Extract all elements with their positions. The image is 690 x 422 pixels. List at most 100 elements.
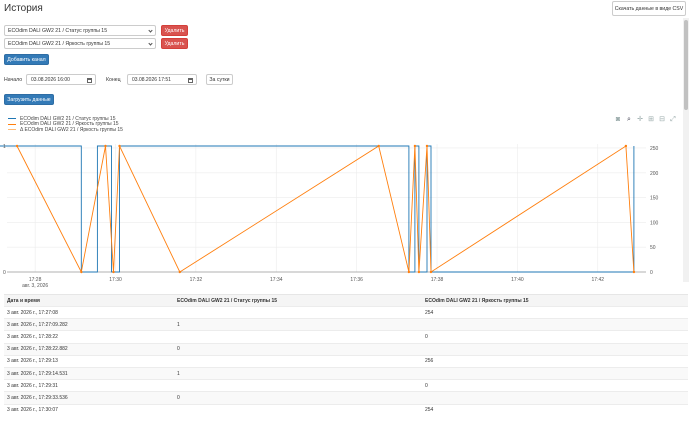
history-table: Дата и время ECOdim DALI GW2 21 / Статус…	[4, 294, 688, 417]
table-cell: 0	[422, 330, 688, 344]
table-cell: 3 авг. 2026 г., 17:29:13	[4, 354, 174, 368]
start-date-input[interactable]: 03.08.2026 16:00	[26, 74, 96, 85]
download-csv-button[interactable]: Скачать данные в виде CSV	[612, 1, 686, 16]
data-point	[417, 270, 421, 274]
table-row: 3 авг. 2026 г., 17:28:22.882 0	[4, 342, 688, 356]
table-cell	[422, 318, 688, 331]
table-cell: 1	[174, 366, 422, 380]
brightness-series-line	[16, 145, 635, 274]
legend-label: Δ ECOdim DALI GW2 21 / Яркость группы 15	[20, 126, 123, 133]
table-cell	[422, 366, 688, 380]
autoscale-icon[interactable]: ⤢	[669, 116, 677, 124]
table-cell: 3 авг. 2026 г., 17:29:33.536	[4, 391, 174, 404]
y-left-tick-label: 1	[3, 144, 6, 150]
series-lines	[0, 144, 636, 274]
x-tick-label: 17:34	[270, 277, 283, 283]
data-point	[624, 144, 628, 148]
table-cell: 1	[174, 318, 422, 331]
table-cell	[174, 330, 422, 344]
table-row: 3 авг. 2026 г., 17:30:07 254	[4, 403, 688, 417]
table-row: 3 авг. 2026 г., 17:27:09.282 1	[4, 318, 688, 331]
column-header[interactable]: ECOdim DALI GW2 21 / Яркость группы 15	[422, 294, 688, 307]
delete-channel-1-button[interactable]: Удалить	[161, 25, 188, 36]
table-cell	[174, 379, 422, 392]
chart-legend: ECOdim DALI GW2 21 / Статус группы 15 EC…	[8, 116, 123, 133]
page-title: История	[4, 3, 43, 14]
table-header-row: Дата и время ECOdim DALI GW2 21 / Статус…	[4, 294, 688, 307]
chevron-down-icon	[148, 41, 153, 46]
legend-item-brightness-delta[interactable]: Δ ECOdim DALI GW2 21 / Яркость группы 15	[8, 127, 123, 133]
y-right-tick-label: 0	[650, 270, 653, 276]
x-tick-label: 17:36	[350, 277, 363, 283]
table-cell	[174, 403, 422, 417]
end-label: Конец	[106, 77, 121, 83]
x-tick-label: 17:42	[592, 277, 605, 283]
data-point	[118, 144, 121, 148]
legend-swatch	[8, 118, 16, 120]
table-cell: 3 авг. 2026 г., 17:28:22.882	[4, 342, 174, 356]
x-tick-label: 17:40	[511, 277, 524, 283]
add-channel-button[interactable]: Добавить канал	[4, 54, 49, 65]
table-cell	[422, 342, 688, 356]
calendar-icon[interactable]	[188, 78, 193, 83]
end-date-input[interactable]: 03.08.2026 17:51	[127, 74, 197, 85]
x-tick-label: 17:32	[190, 277, 203, 283]
data-point	[104, 144, 107, 148]
pan-icon[interactable]: ✛	[636, 116, 644, 124]
zoom-in-icon[interactable]: ⊞	[647, 116, 655, 124]
table-row: 3 авг. 2026 г., 17:29:33.536 0	[4, 391, 688, 404]
data-point	[377, 144, 380, 148]
zoom-out-icon[interactable]: ⊟	[658, 116, 666, 124]
table-cell	[422, 391, 688, 404]
start-date-value: 03.08.2026 16:00	[31, 76, 70, 83]
data-point	[429, 270, 433, 274]
y-left-tick-label: 0	[3, 270, 6, 276]
table-cell: 3 авг. 2026 г., 17:27:08	[4, 305, 174, 319]
table-cell: 3 авг. 2026 г., 17:27:09.282	[4, 318, 174, 331]
page-scrollbar[interactable]	[683, 18, 689, 282]
table-cell: 0	[174, 342, 422, 356]
load-data-button[interactable]: Загрузить данные	[4, 94, 54, 105]
y-right-tick-label: 200	[650, 171, 659, 177]
status-series-line	[0, 145, 635, 273]
data-point	[15, 144, 19, 148]
table-cell: 0	[422, 379, 688, 392]
channel-select-value: ECOdim DALI GW2 21 / Яркость группы 15	[8, 40, 111, 47]
scrollbar-thumb[interactable]	[684, 20, 688, 110]
table-cell	[174, 354, 422, 368]
data-point	[112, 270, 115, 274]
x-tick-label: 17:38	[431, 277, 444, 283]
table-row: 3 авг. 2026 г., 17:29:31 0	[4, 379, 688, 392]
y-right-tick-label: 50	[650, 245, 656, 251]
table-cell: 3 авг. 2026 г., 17:29:31	[4, 379, 174, 392]
chart-toolbar: ◙ ⌕ ✛ ⊞ ⊟ ⤢	[614, 116, 677, 124]
legend-swatch	[8, 123, 16, 125]
channel-select-1[interactable]: ECOdim DALI GW2 21 / Статус группы 15	[4, 25, 156, 36]
grid	[7, 144, 646, 273]
last-day-button[interactable]: За сутки	[206, 74, 233, 85]
table-row: 3 авг. 2026 г., 17:28:22 0	[4, 330, 688, 344]
data-point	[632, 270, 636, 274]
table-cell	[174, 305, 422, 319]
data-point	[80, 270, 83, 274]
table-cell: 254	[422, 305, 688, 319]
column-header[interactable]: Дата и время	[4, 294, 174, 307]
zoom-icon[interactable]: ⌕	[625, 116, 633, 124]
table-cell: 0	[174, 391, 422, 404]
table-row: 3 авг. 2026 г., 17:27:08 254	[4, 305, 688, 319]
table-cell: 3 авг. 2026 г., 17:30:07	[4, 403, 174, 417]
table-row: 3 авг. 2026 г., 17:29:14.531 1	[4, 366, 688, 380]
history-chart[interactable]: 17:28 17:30 17:32 17:34 17:36 17:38 17:40 17:42…	[0, 136, 690, 294]
y-right-tick-label: 100	[650, 220, 659, 226]
channel-select-2[interactable]: ECOdim DALI GW2 21 / Яркость группы 15	[4, 38, 156, 49]
y-right-tick-label: 150	[650, 196, 659, 202]
camera-icon[interactable]: ◙	[614, 116, 622, 124]
column-header[interactable]: ECOdim DALI GW2 21 / Статус группы 15	[174, 294, 422, 307]
x-date-label: авг. 3, 2026	[22, 283, 48, 289]
calendar-icon[interactable]	[87, 78, 92, 83]
channel-select-value: ECOdim DALI GW2 21 / Статус группы 15	[8, 27, 108, 34]
delete-channel-2-button[interactable]: Удалить	[161, 38, 188, 49]
data-point	[425, 144, 429, 148]
table-cell: 254	[422, 403, 688, 417]
start-label: Начало	[4, 77, 23, 83]
